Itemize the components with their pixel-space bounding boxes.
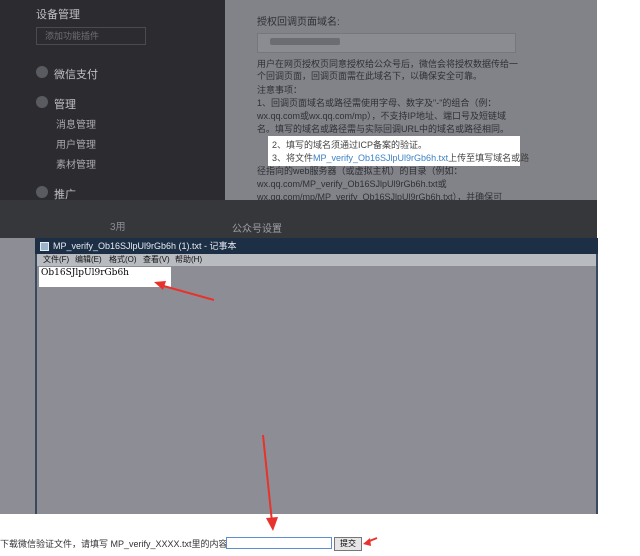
verify-content-input[interactable]: [226, 537, 332, 549]
sidebar-item-device: 设备管理: [36, 9, 80, 21]
verify-form-label: 下载微信验证文件，请填写 MP_verify_XXXX.txt里的内容：: [0, 539, 237, 549]
promo-icon: [36, 186, 48, 198]
note-3-line-b: 径指向的web服务器（或虚拟主机）的目录（例如：: [257, 166, 463, 176]
notepad-window: MP_verify_Ob16SJlpUl9rGb6h (1).txt - 记事本…: [35, 238, 598, 514]
arrow-head-submit: [363, 538, 371, 546]
arrow-to-submit: [366, 537, 378, 543]
sidebar-sub-materials: 素材管理: [56, 160, 96, 171]
arrow-head-input: [266, 517, 278, 531]
notepad-icon: [40, 242, 49, 251]
sidebar-sub-messages: 消息管理: [56, 120, 96, 131]
sidebar-nav: 设备管理 添加功能插件 微信支付 管理 消息管理 用户管理 素材管理 推广: [0, 0, 225, 201]
panel-description: 用户在网页授权页同意授权给公众号后，微信会将授权数据传给一个回调页面，回调页面需…: [257, 59, 519, 81]
note-3-line-a: 3、将文件MP_verify_Ob16SJlpUl9rGb6h.txt上传至填写…: [272, 151, 529, 164]
note-3-prefix: 3、将文件: [272, 153, 314, 163]
notepad-menubar: 文件(F) 编辑(E) 格式(O) 查看(V) 帮助(H): [37, 254, 596, 266]
sidebar-item-manage: 管理: [54, 99, 76, 111]
menu-edit[interactable]: 编辑(E): [75, 254, 102, 266]
notepad-text-area[interactable]: [37, 266, 596, 514]
lower-header-strip: [0, 200, 597, 238]
note-1-line-c: 名。填写的域名或路径需与实际回调URL中的域名或路径相同。: [257, 124, 510, 134]
notepad-content[interactable]: Ob16SJlpUl9rGb6h: [41, 268, 129, 278]
submit-button[interactable]: 提交: [334, 537, 362, 551]
add-plugin-button: 添加功能插件: [36, 27, 146, 45]
menu-file[interactable]: 文件(F): [43, 254, 69, 266]
notepad-titlebar[interactable]: MP_verify_Ob16SJlpUl9rGb6h (1).txt - 记事本: [35, 238, 598, 254]
domain-input-blurred-value: [270, 38, 340, 45]
manage-icon: [36, 96, 48, 108]
menu-view[interactable]: 查看(V): [143, 254, 170, 266]
verify-file-link[interactable]: MP_verify_Ob16SJlpUl9rGb6h.txt: [313, 153, 448, 163]
sidebar-item-payment: 微信支付: [54, 69, 98, 81]
menu-help[interactable]: 帮助(H): [175, 254, 202, 266]
note-1-line-b: wx.qq.com或wx.qq.com/mp），不支持IP地址、端口号及短链域: [257, 111, 507, 121]
notepad-title: MP_verify_Ob16SJlpUl9rGb6h (1).txt - 记事本: [53, 241, 237, 251]
lower-right-label: 公众号设置: [232, 224, 282, 235]
note-3-line-c: wx.qq.com/MP_verify_Ob16SJlpUl9rGb6h.txt…: [257, 179, 447, 189]
lower-left-label: 3用: [110, 222, 126, 233]
notes-title: 注意事项：: [257, 85, 303, 95]
sidebar-sub-users: 用户管理: [56, 140, 96, 151]
payment-icon: [36, 66, 48, 78]
note-2: 2、填写的域名须通过ICP备案的验证。: [272, 140, 428, 150]
menu-format[interactable]: 格式(O): [109, 254, 137, 266]
note-3-suffix: 上传至填写域名或路: [448, 153, 530, 163]
note-1-line-a: 1、回调页面域名或路径需使用字母、数字及"-"的组合（例：: [257, 98, 497, 108]
domain-heading: 授权回调页面域名:: [257, 17, 340, 28]
